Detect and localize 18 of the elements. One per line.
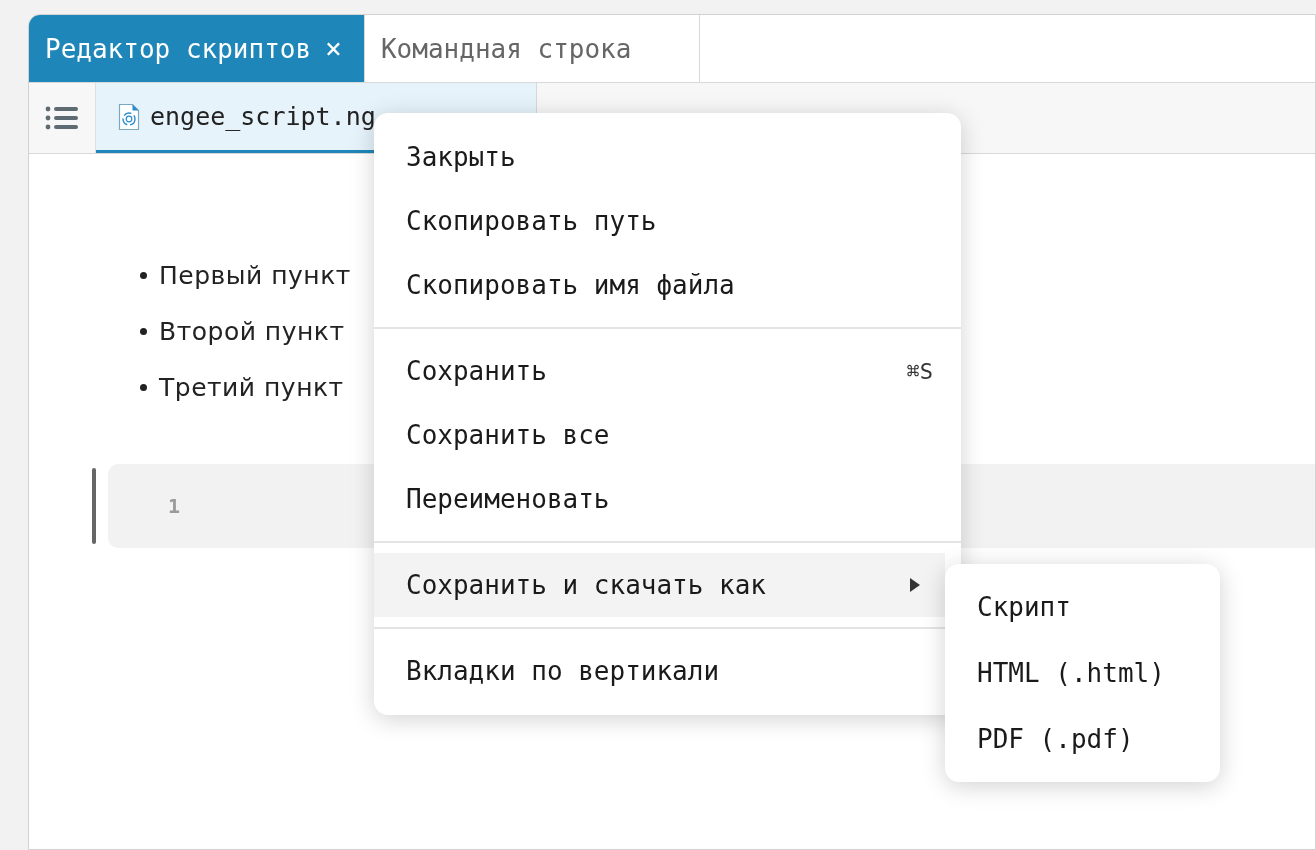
list-item-text: Третий пункт bbox=[159, 372, 344, 402]
tab-label: Командная строка bbox=[380, 33, 632, 64]
menu-item-label: Переименовать bbox=[406, 484, 611, 514]
list-item-text: Первый пункт bbox=[159, 260, 351, 290]
menu-item-label: Сохранить и скачать как bbox=[406, 570, 768, 600]
menu-item-label: Вкладки по вертикали bbox=[406, 656, 721, 686]
tab-label: engee_script.ng bbox=[150, 102, 376, 131]
menu-item-label: HTML (.html) bbox=[977, 658, 1166, 688]
line-number: 1 bbox=[168, 494, 181, 518]
menu-item-label: Скопировать имя файла bbox=[406, 270, 736, 300]
menu-item-label: PDF (.pdf) bbox=[977, 724, 1135, 754]
menu-item-label: Скрипт bbox=[977, 592, 1072, 622]
list-item-text: Второй пункт bbox=[159, 316, 345, 346]
menu-item-label: Сохранить bbox=[406, 356, 548, 386]
menu-item-label: Сохранить все bbox=[406, 420, 611, 450]
tab-label: Редактор скриптов bbox=[45, 33, 312, 64]
menu-item-label: Скопировать путь bbox=[406, 206, 658, 236]
shortcut-text: ⌘S bbox=[906, 358, 933, 384]
